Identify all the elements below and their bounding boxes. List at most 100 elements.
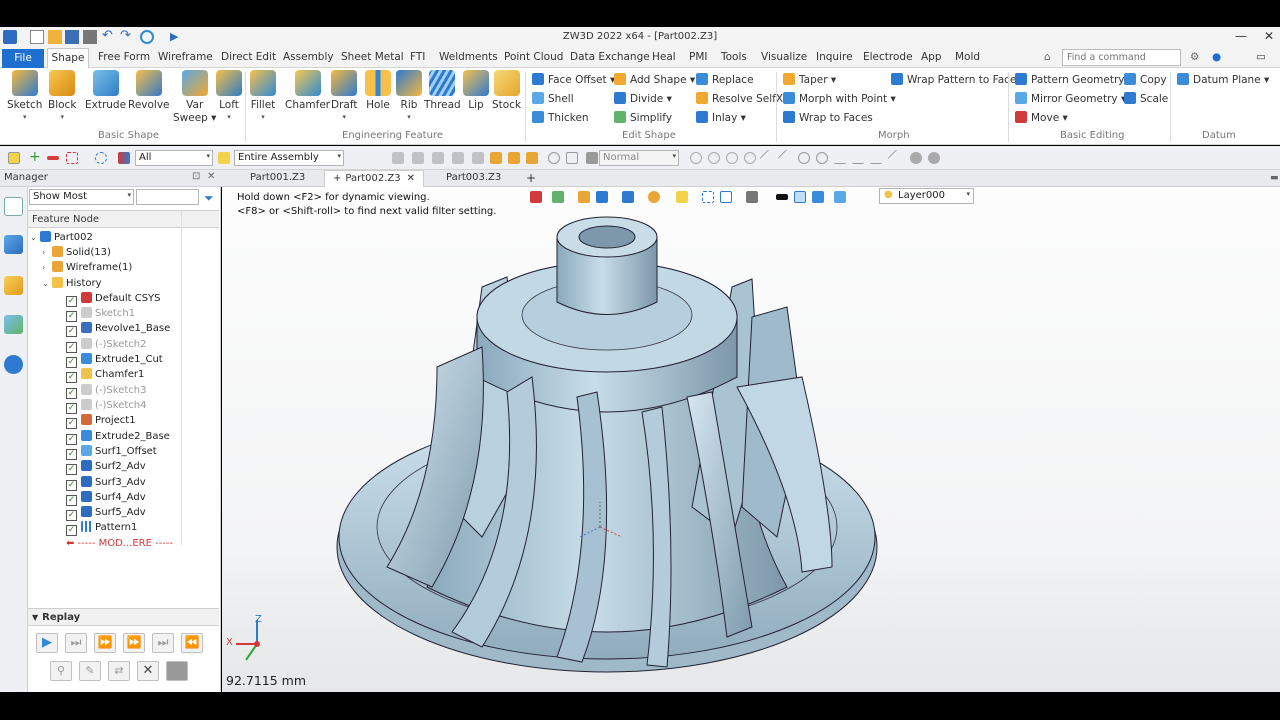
curve-snap-icon[interactable] [852, 152, 864, 164]
part-icon[interactable] [508, 152, 520, 164]
tab-data-exchange[interactable]: Data Exchange [570, 51, 650, 63]
assembly-select[interactable]: Entire Assembly ▾ [234, 150, 344, 166]
part-icon[interactable] [526, 152, 538, 164]
face-snap-icon[interactable] [910, 152, 922, 164]
snap-icon[interactable] [392, 152, 404, 164]
view-tab-icon[interactable] [4, 315, 23, 334]
lasso-icon[interactable] [95, 152, 107, 164]
loft-button[interactable]: Loft ▾ [216, 70, 242, 121]
view-icon[interactable] [676, 191, 688, 203]
morph-with-point-button[interactable]: Morph with Point ▾ [783, 92, 896, 105]
view-icon[interactable] [596, 191, 608, 203]
replay-play-button[interactable]: ▶ [36, 633, 58, 653]
draft-button[interactable]: Draft ▾ [331, 70, 357, 121]
view-icon[interactable] [552, 191, 564, 203]
impeller-model[interactable] [332, 207, 912, 677]
tree-item[interactable]: ✓ Sketch1 [66, 306, 135, 322]
pin-icon[interactable]: ⊡ [192, 171, 200, 182]
tab-sheet-metal[interactable]: Sheet Metal [341, 51, 404, 63]
tree-item[interactable]: › Solid(13) [42, 245, 111, 260]
face-snap-icon[interactable] [928, 152, 940, 164]
tab-weldments[interactable]: Weldments [439, 51, 498, 63]
wrap-pattern-button[interactable]: Wrap Pattern to Faces [891, 73, 1022, 86]
view-icon[interactable] [794, 191, 806, 203]
point-snap-icon[interactable] [690, 152, 702, 164]
new-tab-icon[interactable]: + [518, 170, 544, 187]
filter-select[interactable]: All ▾ [135, 150, 213, 166]
constraint-icon[interactable] [566, 152, 578, 164]
tree-item[interactable]: ✓ Surf3_Adv [66, 475, 146, 491]
view-icon[interactable] [834, 191, 846, 203]
part-tab-icon[interactable] [4, 276, 23, 295]
view-icon[interactable] [530, 191, 542, 203]
block-button[interactable]: Block ▾ [48, 70, 76, 121]
view-icon[interactable] [776, 194, 788, 200]
point-snap-icon[interactable] [726, 152, 738, 164]
line-snap-icon[interactable] [777, 149, 795, 167]
copy-button[interactable]: Copy [1124, 73, 1167, 86]
show-select[interactable]: Show Most ▾ [29, 189, 134, 205]
layer-select[interactable]: ● Layer000 ▾ [879, 188, 974, 204]
tabs-menu-icon[interactable]: ▬ [1262, 170, 1280, 187]
tab-heal[interactable]: Heal [652, 51, 676, 63]
snap-icon[interactable] [452, 152, 464, 164]
mirror-geometry-button[interactable]: Mirror Geometry ▾ [1015, 92, 1126, 105]
tab-app[interactable]: App [921, 51, 942, 63]
stop-icon[interactable] [586, 152, 598, 164]
user-tab-icon[interactable] [4, 355, 23, 374]
remove-icon[interactable] [47, 156, 59, 160]
wrap-to-faces-button[interactable]: Wrap to Faces [783, 111, 873, 124]
link-button[interactable]: ⚲ [50, 661, 72, 681]
tree-item[interactable]: ✓ Project1 [66, 413, 136, 429]
tree-item[interactable]: ✓ Surf2_Adv [66, 459, 146, 475]
tree-item[interactable]: ✓ Extrude2_Base [66, 429, 170, 445]
view-icon[interactable] [720, 191, 732, 203]
replay-next-button[interactable]: ⏩ [94, 633, 116, 653]
snap-icon[interactable] [432, 152, 444, 164]
edit-pencil-button[interactable]: ✎ [79, 661, 101, 681]
thicken-button[interactable]: Thicken [532, 111, 589, 124]
home-icon[interactable]: ⌂ [1044, 51, 1051, 63]
tree-item[interactable]: ✓ Surf5_Adv [66, 505, 146, 521]
tab-visualize[interactable]: Visualize [761, 51, 807, 63]
tree-item[interactable]: › Wireframe(1) [42, 260, 132, 275]
tree-item[interactable]: ✓ Pattern1 [66, 520, 137, 536]
tree-item[interactable]: ⌄ History [42, 276, 102, 291]
search-input[interactable] [1062, 49, 1181, 66]
tree-item[interactable]: ✓ (-)Sketch3 [66, 383, 146, 399]
3d-viewport[interactable]: Hold down <F2> for dynamic viewing. <F8>… [222, 187, 1280, 692]
minimize-button[interactable]: — [1235, 29, 1247, 43]
tab-electrode[interactable]: Electrode [863, 51, 913, 63]
point-snap-icon[interactable] [744, 152, 756, 164]
assembly-filter-icon[interactable] [218, 152, 230, 164]
pattern-geometry-button[interactable]: Pattern Geometry ▾ [1015, 73, 1133, 86]
replay-step-button[interactable]: ⏭ [65, 633, 87, 653]
filter-color-icon[interactable] [118, 152, 130, 164]
tab-fti[interactable]: FTI [410, 51, 425, 63]
tab-file[interactable]: File [2, 49, 44, 68]
funnel-icon[interactable]: ⏷ [204, 191, 214, 206]
close-tab-icon[interactable]: ✕ [407, 173, 415, 184]
view-icon[interactable] [648, 191, 660, 203]
close-manager-icon[interactable]: ✕ [207, 171, 215, 182]
taper-button[interactable]: Taper ▾ [783, 73, 836, 86]
view-icon[interactable] [622, 191, 634, 203]
view-icon[interactable] [812, 191, 824, 203]
tab-free-form[interactable]: Free Form [98, 51, 150, 63]
var-sweep-button[interactable]: Var Sweep ▾ [173, 70, 216, 125]
inlay-button[interactable]: Inlay ▾ [696, 111, 746, 124]
fillet-button[interactable]: Fillet ▾ [250, 70, 276, 121]
tree-item[interactable]: ✓ Surf1_Offset [66, 444, 157, 460]
assembly-tab-icon[interactable] [4, 235, 23, 254]
resolve-selfx-button[interactable]: Resolve SelfX [696, 92, 783, 105]
replace-button-small[interactable]: ⇄ [108, 661, 130, 681]
chamfer-button[interactable]: Chamfer [285, 70, 330, 111]
divide-button[interactable]: Divide ▾ [614, 92, 672, 105]
replay-end-button[interactable]: ⏭ [152, 633, 174, 653]
view-icon[interactable] [702, 191, 714, 203]
line-snap-icon[interactable] [759, 149, 777, 167]
shell-button[interactable]: Shell [532, 92, 574, 105]
curve-snap-icon[interactable] [834, 152, 846, 164]
tab-inquire[interactable]: Inquire [816, 51, 853, 63]
datum-plane-button[interactable]: Datum Plane ▾ [1177, 73, 1269, 86]
